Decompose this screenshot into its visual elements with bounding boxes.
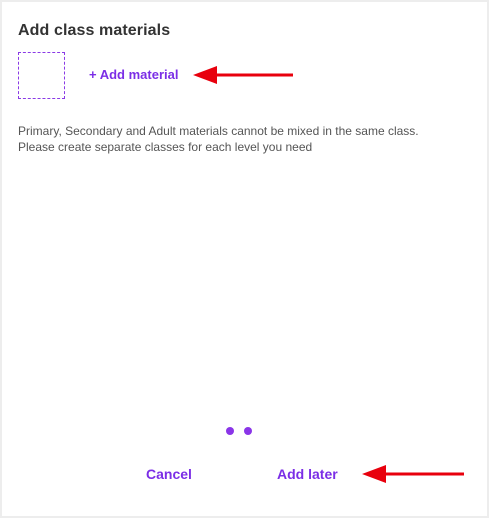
add-material-link[interactable]: + Add material	[89, 67, 178, 82]
add-later-button[interactable]: Add later	[277, 466, 338, 482]
step-dot	[244, 427, 252, 435]
notice-line-2: Please create separate classes for each …	[18, 140, 313, 154]
notice-line-1: Primary, Secondary and Adult materials c…	[18, 124, 419, 138]
annotation-arrow-icon	[362, 465, 464, 483]
dialog-title: Add class materials	[18, 22, 171, 39]
cancel-button[interactable]: Cancel	[146, 466, 192, 482]
step-indicator	[226, 427, 252, 435]
step-dot	[226, 427, 234, 435]
mixing-notice: Primary, Secondary and Adult materials c…	[18, 123, 473, 155]
annotation-arrow-icon	[193, 66, 293, 84]
material-placeholder[interactable]	[18, 52, 65, 99]
